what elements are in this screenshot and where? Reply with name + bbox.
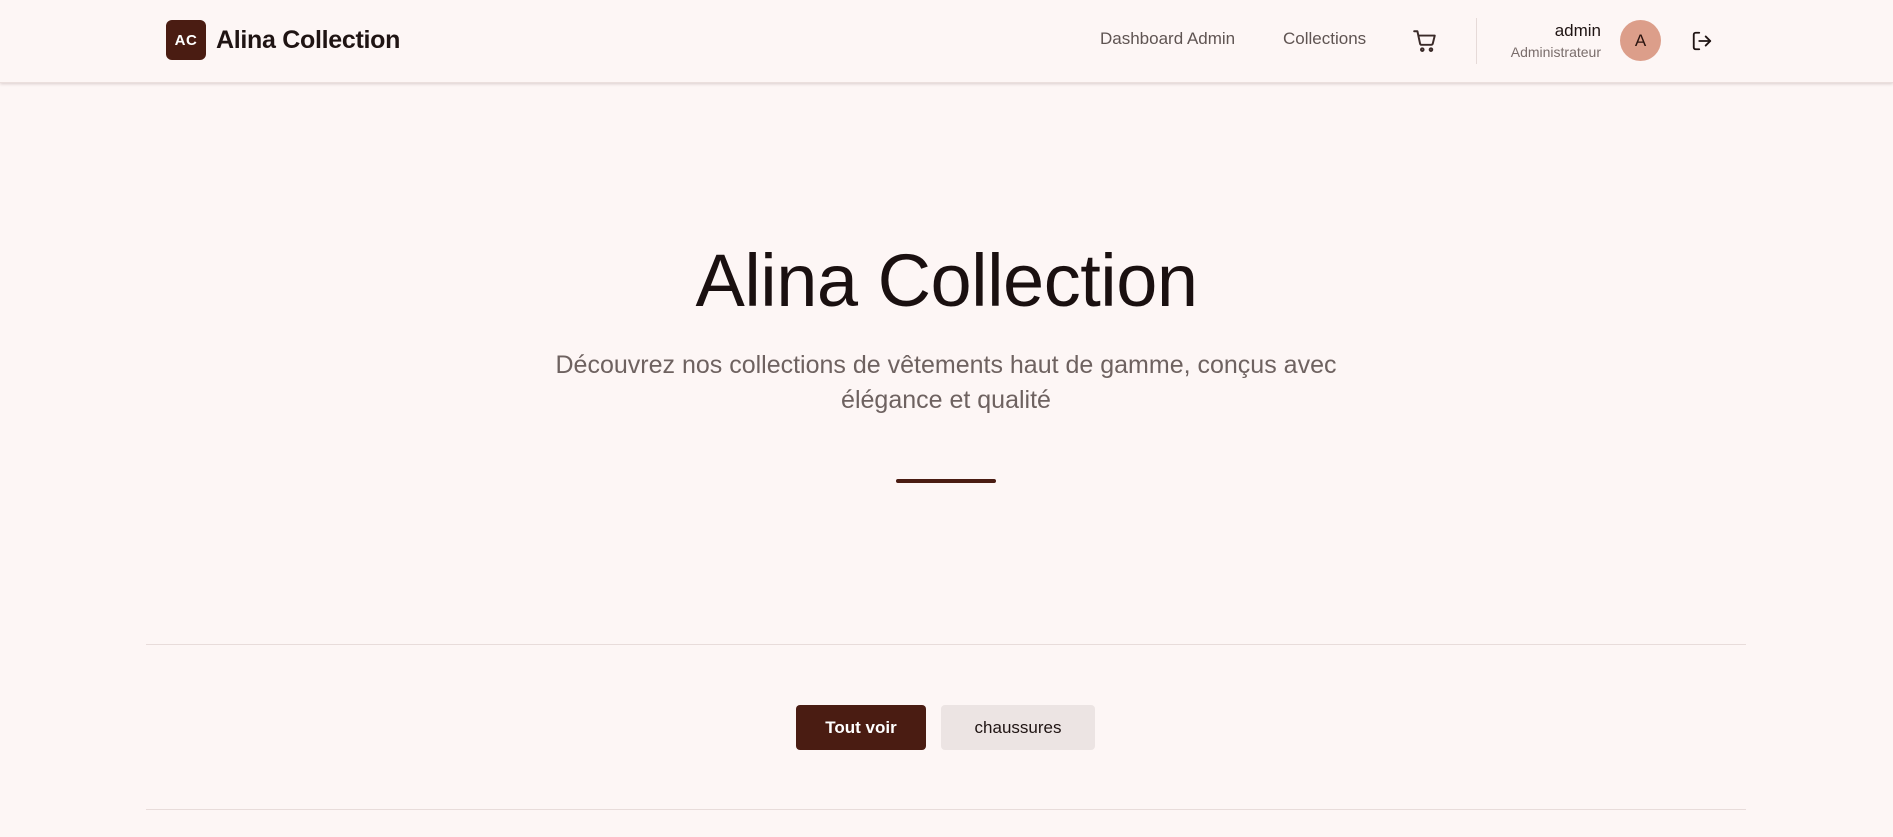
brand-home-link[interactable]: AC Alina Collection [166, 20, 400, 60]
cart-button[interactable] [1410, 26, 1440, 56]
brand-logo: AC [166, 20, 206, 60]
shopping-cart-icon [1413, 30, 1436, 52]
user-role: Administrateur [1510, 44, 1601, 60]
filter-button-all[interactable]: Tout voir [796, 705, 926, 750]
nav-divider [1476, 18, 1477, 64]
hero-subtitle: Découvrez nos collections de vêtements h… [555, 351, 1337, 414]
filter-button-chaussures[interactable]: chaussures [941, 705, 1095, 750]
top-navbar: AC Alina Collection Dashboard Admin Coll… [0, 0, 1893, 83]
brand-name: Alina Collection [216, 25, 401, 54]
logout-button[interactable] [1688, 27, 1716, 55]
user-info: admin Administrateur [1511, 20, 1601, 62]
nav-link-dashboard-admin[interactable]: Dashboard Admin [1100, 29, 1235, 49]
section-divider-bottom [146, 809, 1746, 810]
hero-title: Alina Collection [695, 239, 1198, 322]
hero-accent-line [896, 479, 996, 483]
section-divider-top [146, 644, 1746, 645]
user-name: admin [1554, 21, 1601, 40]
nav-link-collections[interactable]: Collections [1283, 29, 1366, 49]
user-avatar[interactable]: A [1620, 20, 1661, 61]
logout-icon [1692, 31, 1712, 51]
